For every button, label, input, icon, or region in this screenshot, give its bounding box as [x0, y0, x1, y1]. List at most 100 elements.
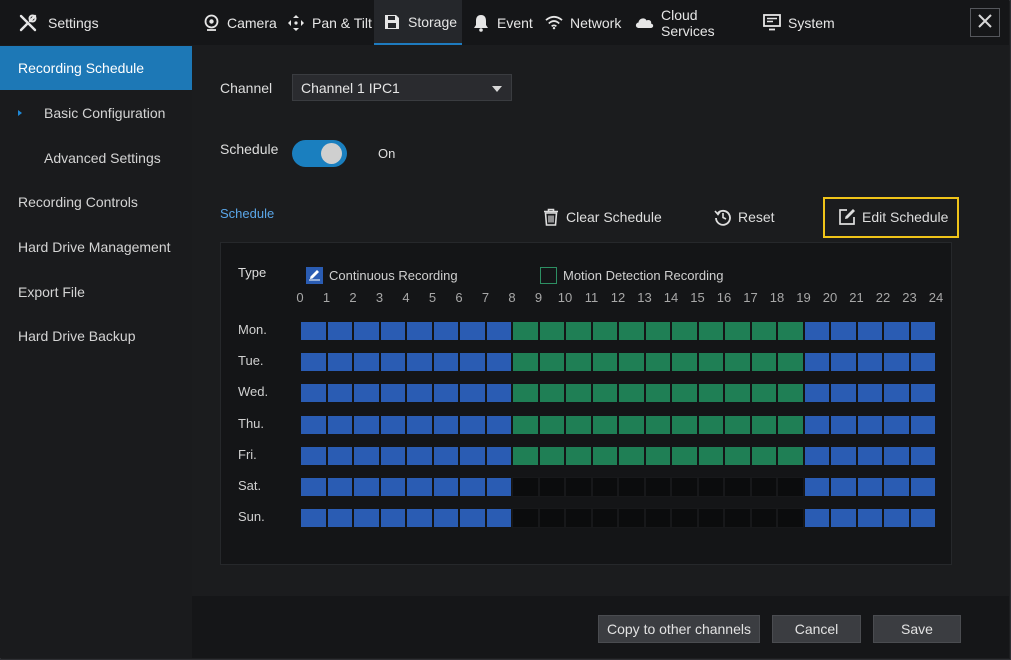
empty-cell[interactable]: [724, 477, 751, 497]
motion-cell[interactable]: [565, 415, 592, 435]
continuous-cell[interactable]: [379, 321, 406, 341]
continuous-cell[interactable]: [485, 415, 512, 435]
motion-cell[interactable]: [724, 321, 751, 341]
continuous-cell[interactable]: [485, 446, 512, 466]
continuous-cell[interactable]: [300, 415, 327, 435]
continuous-cell[interactable]: [379, 383, 406, 403]
tab-network[interactable]: Network: [545, 0, 625, 45]
continuous-cell[interactable]: [459, 477, 486, 497]
continuous-cell[interactable]: [883, 383, 910, 403]
motion-cell[interactable]: [697, 352, 724, 372]
continuous-cell[interactable]: [883, 508, 910, 528]
continuous-cell[interactable]: [459, 415, 486, 435]
schedule-row[interactable]: [300, 446, 936, 466]
reset-button[interactable]: Reset: [714, 208, 775, 226]
continuous-cell[interactable]: [300, 508, 327, 528]
continuous-cell[interactable]: [379, 508, 406, 528]
motion-cell[interactable]: [671, 446, 698, 466]
empty-cell[interactable]: [750, 477, 777, 497]
continuous-cell[interactable]: [830, 446, 857, 466]
continuous-cell[interactable]: [803, 477, 830, 497]
sidebar-item-recording-schedule[interactable]: Recording Schedule: [0, 46, 192, 90]
empty-cell[interactable]: [724, 508, 751, 528]
continuous-cell[interactable]: [326, 446, 353, 466]
motion-cell[interactable]: [724, 383, 751, 403]
continuous-cell[interactable]: [830, 415, 857, 435]
empty-cell[interactable]: [538, 477, 565, 497]
motion-cell[interactable]: [591, 321, 618, 341]
motion-cell[interactable]: [644, 352, 671, 372]
motion-cell[interactable]: [777, 446, 804, 466]
empty-cell[interactable]: [512, 508, 539, 528]
continuous-cell[interactable]: [406, 321, 433, 341]
continuous-cell[interactable]: [459, 446, 486, 466]
continuous-cell[interactable]: [485, 383, 512, 403]
tab-event[interactable]: Event: [472, 0, 534, 45]
motion-cell[interactable]: [565, 321, 592, 341]
schedule-toggle[interactable]: [292, 140, 347, 167]
continuous-cell[interactable]: [353, 383, 380, 403]
continuous-cell[interactable]: [432, 321, 459, 341]
motion-cell[interactable]: [777, 415, 804, 435]
continuous-cell[interactable]: [830, 352, 857, 372]
continuous-cell[interactable]: [432, 446, 459, 466]
continuous-cell[interactable]: [459, 383, 486, 403]
empty-cell[interactable]: [671, 508, 698, 528]
motion-cell[interactable]: [724, 446, 751, 466]
continuous-cell[interactable]: [485, 321, 512, 341]
motion-cell[interactable]: [777, 383, 804, 403]
empty-cell[interactable]: [618, 477, 645, 497]
continuous-cell[interactable]: [379, 352, 406, 372]
continuous-cell[interactable]: [830, 508, 857, 528]
motion-cell[interactable]: [538, 383, 565, 403]
motion-cell[interactable]: [565, 446, 592, 466]
motion-cell[interactable]: [697, 415, 724, 435]
motion-legend-swatch[interactable]: [540, 267, 557, 284]
motion-cell[interactable]: [512, 446, 539, 466]
tab-system[interactable]: System: [763, 0, 838, 45]
continuous-cell[interactable]: [909, 352, 936, 372]
continuous-cell[interactable]: [485, 352, 512, 372]
motion-cell[interactable]: [644, 321, 671, 341]
continuous-cell[interactable]: [379, 415, 406, 435]
motion-cell[interactable]: [565, 352, 592, 372]
motion-cell[interactable]: [750, 321, 777, 341]
motion-cell[interactable]: [618, 383, 645, 403]
motion-cell[interactable]: [591, 446, 618, 466]
continuous-cell[interactable]: [856, 415, 883, 435]
continuous-cell[interactable]: [406, 477, 433, 497]
continuous-cell[interactable]: [803, 508, 830, 528]
continuous-cell[interactable]: [909, 415, 936, 435]
schedule-row[interactable]: [300, 321, 936, 341]
empty-cell[interactable]: [565, 477, 592, 497]
motion-cell[interactable]: [724, 352, 751, 372]
schedule-row[interactable]: [300, 477, 936, 497]
motion-cell[interactable]: [538, 352, 565, 372]
motion-cell[interactable]: [671, 352, 698, 372]
continuous-cell[interactable]: [406, 352, 433, 372]
empty-cell[interactable]: [591, 508, 618, 528]
continuous-cell[interactable]: [856, 321, 883, 341]
continuous-cell[interactable]: [909, 321, 936, 341]
continuous-cell[interactable]: [379, 477, 406, 497]
motion-cell[interactable]: [671, 415, 698, 435]
continuous-cell[interactable]: [353, 446, 380, 466]
continuous-cell[interactable]: [803, 415, 830, 435]
copy-to-other-channels-button[interactable]: Copy to other channels: [598, 615, 760, 643]
schedule-row[interactable]: [300, 352, 936, 372]
empty-cell[interactable]: [697, 477, 724, 497]
motion-cell[interactable]: [591, 383, 618, 403]
motion-cell[interactable]: [697, 321, 724, 341]
continuous-cell[interactable]: [432, 415, 459, 435]
continuous-cell[interactable]: [300, 352, 327, 372]
motion-cell[interactable]: [538, 321, 565, 341]
continuous-cell[interactable]: [803, 446, 830, 466]
continuous-cell[interactable]: [883, 477, 910, 497]
motion-cell[interactable]: [644, 446, 671, 466]
continuous-cell[interactable]: [856, 477, 883, 497]
empty-cell[interactable]: [697, 508, 724, 528]
sidebar-item-export-file[interactable]: Export File: [0, 270, 192, 314]
empty-cell[interactable]: [777, 508, 804, 528]
motion-cell[interactable]: [618, 415, 645, 435]
motion-cell[interactable]: [512, 415, 539, 435]
